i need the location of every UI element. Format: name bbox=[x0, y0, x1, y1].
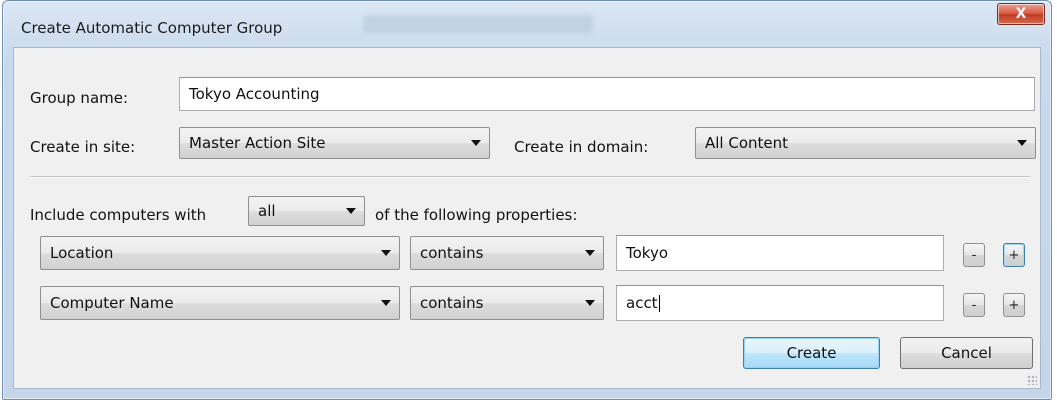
rule-property-dropdown[interactable]: Computer Name bbox=[40, 286, 400, 320]
group-name-input[interactable]: Tokyo Accounting bbox=[179, 77, 1035, 111]
close-icon: X bbox=[1015, 6, 1027, 22]
add-rule-button[interactable]: + bbox=[1003, 243, 1025, 267]
domain-dropdown[interactable]: All Content bbox=[695, 127, 1036, 159]
chevron-down-icon bbox=[471, 140, 481, 146]
site-label: Create in site: bbox=[30, 138, 136, 156]
rule-property-dropdown[interactable]: Location bbox=[40, 236, 400, 270]
rule-operator-value: contains bbox=[420, 244, 484, 262]
group-name-label: Group name: bbox=[30, 89, 129, 107]
include-prefix-label: Include computers with bbox=[30, 206, 207, 224]
background-window-ghost bbox=[363, 15, 593, 33]
chevron-down-icon bbox=[381, 300, 391, 306]
match-mode-value: all bbox=[258, 202, 276, 220]
cancel-button[interactable]: Cancel bbox=[900, 337, 1033, 369]
close-button[interactable]: X bbox=[997, 3, 1045, 25]
domain-dropdown-value: All Content bbox=[705, 134, 789, 152]
chevron-down-icon bbox=[585, 250, 595, 256]
dialog-body: Group name: Tokyo Accounting Create in s… bbox=[13, 47, 1041, 389]
title-bar[interactable]: Create Automatic Computer Group X bbox=[3, 1, 1051, 45]
site-dropdown[interactable]: Master Action Site bbox=[179, 127, 490, 159]
domain-label: Create in domain: bbox=[514, 138, 649, 156]
remove-rule-button[interactable]: - bbox=[963, 243, 985, 267]
remove-rule-button[interactable]: - bbox=[963, 293, 985, 317]
chevron-down-icon bbox=[585, 300, 595, 306]
dialog-window: Create Automatic Computer Group X Group … bbox=[2, 0, 1052, 400]
rule-operator-dropdown[interactable]: contains bbox=[410, 236, 604, 270]
resize-grip-icon[interactable] bbox=[1027, 375, 1037, 385]
section-divider bbox=[30, 176, 1030, 178]
chevron-down-icon bbox=[1017, 140, 1027, 146]
site-dropdown-value: Master Action Site bbox=[189, 134, 326, 152]
dialog-title: Create Automatic Computer Group bbox=[21, 19, 283, 37]
rule-property-value: Location bbox=[50, 244, 114, 262]
text-cursor bbox=[658, 294, 660, 312]
include-suffix-label: of the following properties: bbox=[375, 206, 578, 224]
rule-value-text: acct bbox=[626, 294, 658, 312]
rule-property-value: Computer Name bbox=[50, 294, 174, 312]
match-mode-dropdown[interactable]: all bbox=[248, 196, 365, 226]
rule-value-input[interactable]: Tokyo bbox=[616, 235, 944, 271]
create-button[interactable]: Create bbox=[743, 337, 880, 369]
chevron-down-icon bbox=[346, 208, 356, 214]
add-rule-button[interactable]: + bbox=[1003, 293, 1025, 317]
rule-operator-value: contains bbox=[420, 294, 484, 312]
rule-value-input[interactable]: acct bbox=[616, 285, 944, 321]
rule-operator-dropdown[interactable]: contains bbox=[410, 286, 604, 320]
chevron-down-icon bbox=[381, 250, 391, 256]
